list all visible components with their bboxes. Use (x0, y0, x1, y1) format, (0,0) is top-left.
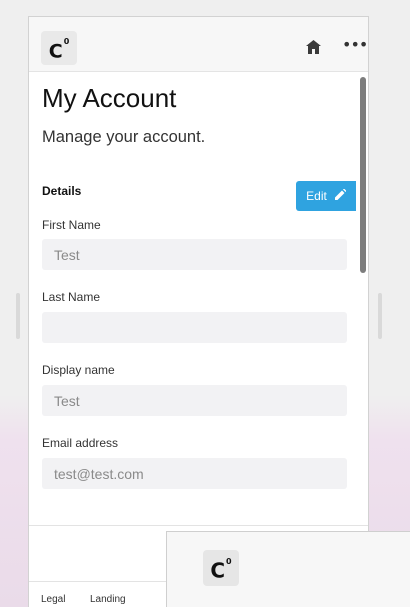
divider (29, 525, 368, 526)
left-resize-handle[interactable] (16, 293, 20, 339)
app-window: C0 ••• My Account Manage your account. D… (28, 16, 369, 607)
last-name-label: Last Name (42, 290, 101, 304)
right-resize-handle[interactable] (378, 293, 382, 339)
details-section-title: Details (42, 184, 82, 198)
page-subtitle: Manage your account. (42, 128, 206, 146)
display-name-label: Display name (42, 363, 115, 377)
page-title: My Account (42, 83, 177, 113)
display-name-field[interactable] (42, 385, 347, 416)
footer-link-legal[interactable]: Legal (41, 594, 65, 605)
overlay-logo-mark: 0 (226, 557, 232, 566)
scrollbar-thumb[interactable] (360, 77, 366, 273)
app-logo[interactable]: C0 (41, 31, 77, 65)
edit-button[interactable]: Edit (296, 181, 356, 211)
overlay-app-logo[interactable]: C0 (203, 550, 239, 586)
more-icon[interactable]: ••• (342, 37, 368, 53)
overlapping-window: C0 (166, 531, 410, 607)
edit-button-label: Edit (306, 189, 327, 203)
logo-mark: 0 (63, 37, 70, 46)
footer-link-landing[interactable]: Landing (90, 594, 126, 605)
overlay-logo-text: C (210, 558, 226, 583)
footer-divider (29, 581, 169, 582)
email-label: Email address (42, 436, 119, 450)
logo-text: C (48, 40, 63, 63)
first-name-label: First Name (42, 218, 101, 232)
top-bar: C0 ••• (29, 17, 368, 72)
first-name-field[interactable] (42, 239, 347, 270)
email-field[interactable] (42, 458, 347, 489)
home-icon[interactable] (306, 40, 321, 59)
last-name-field[interactable] (42, 312, 347, 343)
pencil-icon (334, 188, 347, 203)
